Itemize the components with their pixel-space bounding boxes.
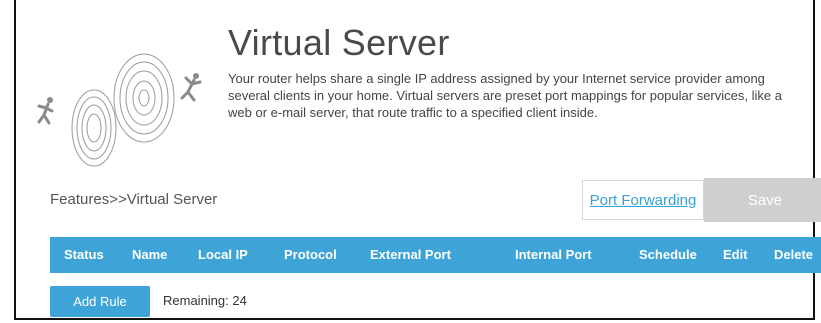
column-header-name: Name [132, 247, 168, 262]
column-header-internal-port: Internal Port [515, 247, 592, 262]
column-header-local-ip: Local IP [198, 247, 248, 262]
table-header: Status Name Local IP Protocol External P… [50, 237, 821, 273]
virtual-server-panel: Virtual Server Your router helps share a… [14, 0, 821, 320]
save-button[interactable]: Save [704, 178, 821, 222]
column-header-delete: Delete [774, 247, 814, 262]
column-header-status: Status [64, 247, 104, 262]
page-title: Virtual Server [228, 22, 450, 63]
column-header-external-port: External Port [370, 247, 451, 262]
add-rule-button[interactable]: Add Rule [50, 286, 150, 317]
column-header-edit: Edit [723, 247, 748, 262]
remaining-count: Remaining: 24 [163, 293, 247, 308]
page-description: Your router helps share a single IP addr… [228, 71, 782, 120]
column-header-protocol: Protocol [284, 247, 337, 262]
virtual-server-illustration [37, 53, 202, 167]
breadcrumb: Features>>Virtual Server [50, 191, 218, 208]
port-forwarding-link[interactable]: Port Forwarding [582, 180, 704, 220]
column-header-schedule: Schedule [639, 247, 697, 262]
